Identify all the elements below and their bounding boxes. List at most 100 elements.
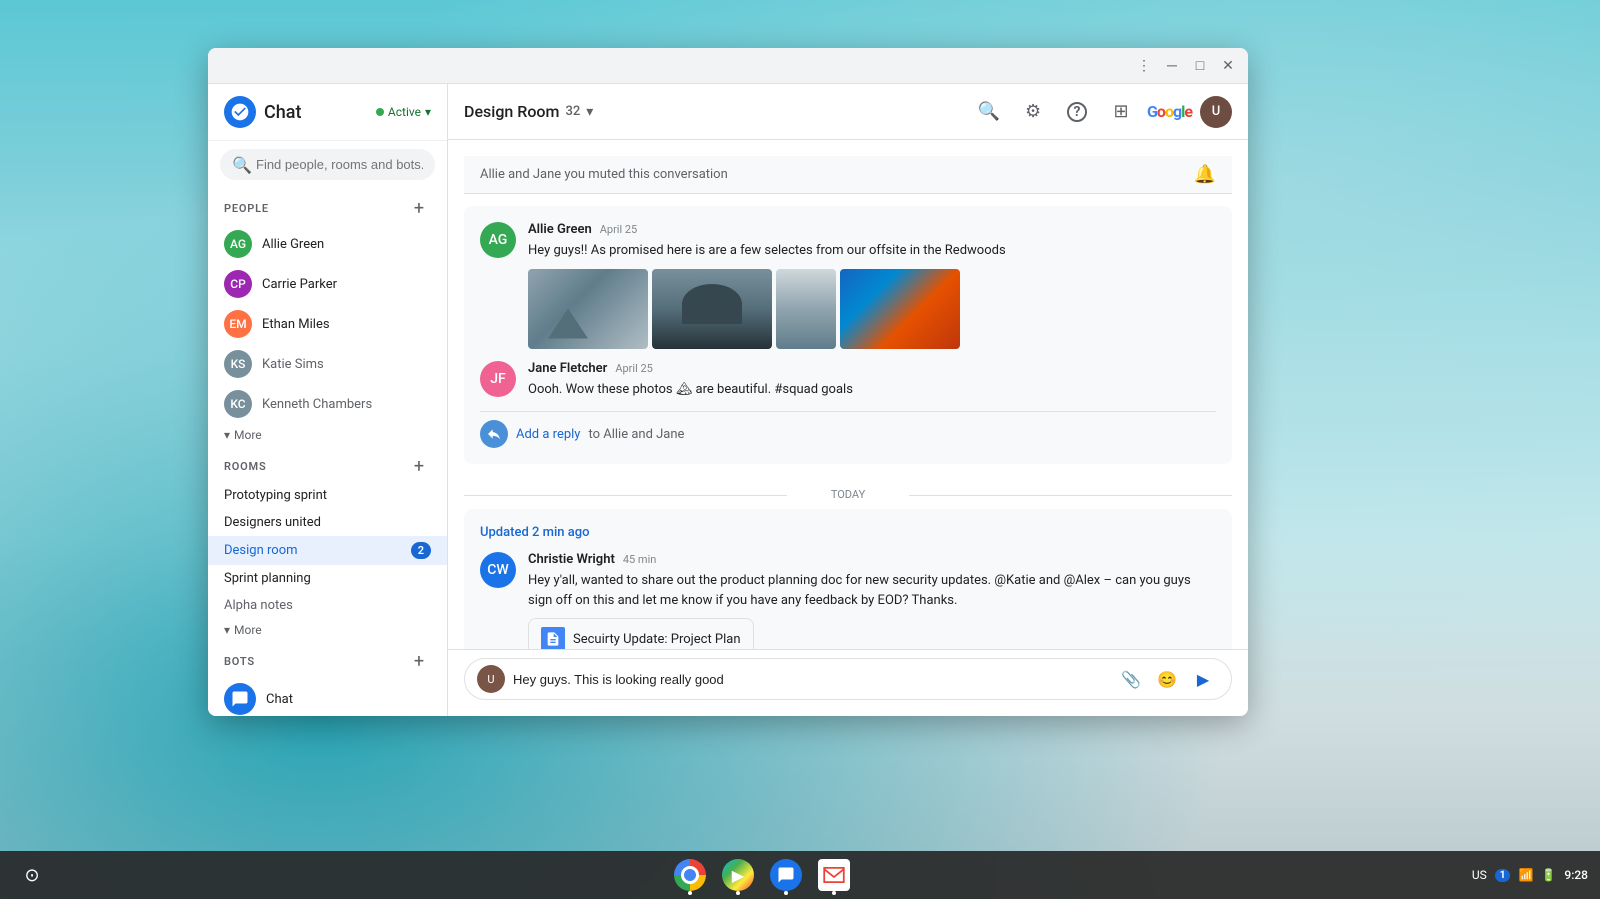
sidebar-item-sprint-planning[interactable]: Sprint planning xyxy=(208,565,447,592)
add-person-button[interactable]: + xyxy=(407,196,431,220)
battery-icon: 🔋 xyxy=(1541,868,1556,882)
taskbar-gchat-app[interactable] xyxy=(764,853,808,897)
active-dot-icon xyxy=(376,108,384,116)
chevron-down-icon: ▾ xyxy=(224,623,230,637)
sidebar-item-ethan-miles[interactable]: EM Ethan Miles xyxy=(208,304,447,344)
avatar: CW xyxy=(480,552,516,588)
message-thread-april: AG Allie Green April 25 Hey guys!! As pr… xyxy=(464,206,1232,464)
attach-file-button[interactable]: 📎 xyxy=(1115,663,1147,695)
sidebar-item-katie-sims[interactable]: KS Katie Sims xyxy=(208,344,447,384)
message-thread-today: Updated 2 min ago CW Christie Wright 45 … xyxy=(464,509,1232,649)
user-avatar[interactable]: U xyxy=(1200,96,1232,128)
bots-section-header: BOTS + xyxy=(208,641,447,677)
room-title-button[interactable]: Design Room 32 ▾ xyxy=(464,102,593,121)
sidebar-item-allie-green[interactable]: AG Allie Green xyxy=(208,224,447,264)
add-bot-button[interactable]: + xyxy=(407,649,431,673)
people-section-header: PEOPLE + xyxy=(208,188,447,224)
photo-grid xyxy=(528,269,1216,349)
wifi-icon: 📶 xyxy=(1518,868,1533,882)
message-content: Christie Wright 45 min Hey y'all, wanted… xyxy=(528,552,1216,649)
message-header: Allie Green April 25 xyxy=(528,222,1216,237)
message-row: AG Allie Green April 25 Hey guys!! As pr… xyxy=(480,222,1216,349)
app-active-dot xyxy=(688,891,692,895)
avatar: CP xyxy=(224,270,252,298)
emoji-button[interactable]: 😊 xyxy=(1151,663,1183,695)
active-chevron-icon: ▾ xyxy=(425,105,431,119)
message-input[interactable] xyxy=(513,672,1107,687)
taskbar-chrome-app[interactable] xyxy=(668,853,712,897)
author-name: Jane Fletcher xyxy=(528,361,607,376)
search-icon: 🔍 xyxy=(978,101,1000,122)
search-input[interactable] xyxy=(220,149,435,180)
photo-thumbnail[interactable] xyxy=(528,269,648,349)
launcher-icon: ⊙ xyxy=(24,865,39,886)
chat-bot-icon xyxy=(224,683,256,715)
message-header: Christie Wright 45 min xyxy=(528,552,1216,567)
message-time: April 25 xyxy=(600,223,638,236)
message-text: Oooh. Wow these photos 🏔 are beautiful. … xyxy=(528,380,1216,400)
messages-area[interactable]: Allie and Jane you muted this conversati… xyxy=(448,140,1248,649)
input-actions: 📎 😊 ▶ xyxy=(1115,663,1219,695)
taskbar-gmail-app[interactable] xyxy=(812,853,856,897)
typing-user-avatar: U xyxy=(477,665,505,693)
app-title: Chat xyxy=(264,102,301,123)
message-time: 45 min xyxy=(623,553,657,566)
grid-icon: ⊞ xyxy=(1113,101,1128,122)
main-header: Design Room 32 ▾ 🔍 ⚙ ? ⊞ xyxy=(448,84,1248,140)
rooms-section-label: ROOMS xyxy=(224,460,267,473)
photo-thumbnail[interactable] xyxy=(840,269,960,349)
send-button[interactable]: ▶ xyxy=(1187,663,1219,695)
active-status-toggle[interactable]: Active ▾ xyxy=(376,105,431,119)
mute-icon[interactable]: 🔔 xyxy=(1194,164,1216,185)
help-button[interactable]: ? xyxy=(1059,94,1095,130)
sidebar-item-design-room[interactable]: Design room 2 xyxy=(208,536,447,565)
launcher-button[interactable]: ⊙ xyxy=(12,855,52,895)
taskbar-playstore-app[interactable]: ▶ xyxy=(716,853,760,897)
person-name: Katie Sims xyxy=(262,357,324,372)
bots-section-label: BOTS xyxy=(224,655,255,668)
photo-thumbnail[interactable] xyxy=(776,269,836,349)
paperclip-icon: 📎 xyxy=(1121,670,1141,689)
muted-notice: Allie and Jane you muted this conversati… xyxy=(464,156,1232,194)
add-room-button[interactable]: + xyxy=(407,454,431,478)
gmail-icon xyxy=(818,859,850,891)
sidebar-item-chat-bot[interactable]: Chat xyxy=(208,677,447,716)
sidebar-item-kenneth-chambers[interactable]: KC Kenneth Chambers xyxy=(208,384,447,424)
sidebar-header: Chat Active ▾ xyxy=(208,84,447,141)
chrome-icon xyxy=(674,859,706,891)
avatar: AG xyxy=(224,230,252,258)
reply-to-text: to Allie and Jane xyxy=(588,427,684,442)
unread-badge: 2 xyxy=(411,542,431,559)
minimize-button[interactable]: ─ xyxy=(1160,54,1184,78)
google-branding: Google xyxy=(1147,102,1192,121)
play-store-icon: ▶ xyxy=(722,859,754,891)
photo-thumbnail[interactable] xyxy=(652,269,772,349)
google-logo: Google xyxy=(1147,102,1192,121)
grid-apps-button[interactable]: ⊞ xyxy=(1103,94,1139,130)
sidebar-item-alpha-notes[interactable]: Alpha notes xyxy=(208,592,447,619)
settings-button[interactable]: ⚙ xyxy=(1015,94,1051,130)
file-attachment[interactable]: Secuirty Update: Project Plan xyxy=(528,618,754,649)
add-reply-link[interactable]: Add a reply xyxy=(516,427,580,442)
date-divider: TODAY xyxy=(464,480,1232,509)
chevron-down-icon: ▾ xyxy=(224,428,230,442)
rooms-more-toggle[interactable]: ▾ More xyxy=(208,619,447,641)
sidebar-item-prototyping-sprint[interactable]: Prototyping sprint xyxy=(208,482,447,509)
member-count: 32 xyxy=(565,104,580,119)
search-button[interactable]: 🔍 xyxy=(971,94,1007,130)
taskbar-apps: ▶ xyxy=(52,853,1472,897)
sidebar-item-designers-united[interactable]: Designers united xyxy=(208,509,447,536)
room-name: Alpha notes xyxy=(224,598,293,613)
message-content: Jane Fletcher April 25 Oooh. Wow these p… xyxy=(528,361,1216,400)
emoji-icon: 😊 xyxy=(1157,670,1177,689)
people-more-toggle[interactable]: ▾ More xyxy=(208,424,447,446)
input-area: U 📎 😊 ▶ xyxy=(448,649,1248,716)
maximize-button[interactable]: □ xyxy=(1188,54,1212,78)
more-options-button[interactable]: ⋮ xyxy=(1132,54,1156,78)
taskbar: ⊙ ▶ xyxy=(0,851,1600,899)
close-button[interactable]: ✕ xyxy=(1216,54,1240,78)
message-row: JF Jane Fletcher April 25 Oooh. Wow thes… xyxy=(480,361,1216,400)
rooms-section-header: ROOMS + xyxy=(208,446,447,482)
main-chat-area: Design Room 32 ▾ 🔍 ⚙ ? ⊞ xyxy=(448,84,1248,716)
sidebar-item-carrie-parker[interactable]: CP Carrie Parker xyxy=(208,264,447,304)
